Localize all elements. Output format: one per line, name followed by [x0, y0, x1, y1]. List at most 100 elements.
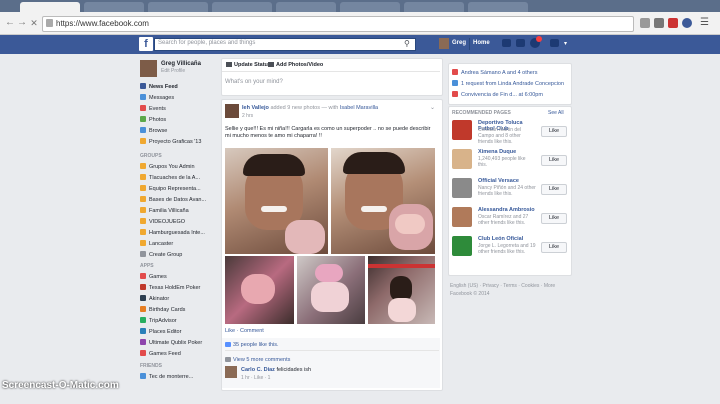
avatar[interactable] — [439, 38, 449, 49]
like-page-button[interactable]: Like — [541, 155, 567, 166]
tagged-person[interactable]: Isabel Maravilla — [340, 105, 378, 111]
sidebar-item-group[interactable]: Grupos You Admin — [140, 163, 195, 170]
commenter-avatar[interactable] — [225, 366, 237, 378]
sidebar-item-group[interactable]: Bases de Datos Avan... — [140, 196, 206, 203]
comment-link[interactable]: Comment — [240, 328, 264, 334]
friend-requests-icon[interactable] — [502, 39, 511, 47]
page-name[interactable]: Alessandra Ambrosio — [478, 207, 536, 213]
app-icon — [140, 317, 146, 323]
browser-tab[interactable] — [212, 2, 272, 12]
update-status-tab[interactable]: Update Status — [234, 62, 271, 68]
browser-tab[interactable] — [276, 2, 336, 12]
comment-author[interactable]: Carlo C. Diaz — [241, 367, 275, 373]
post-photo[interactable] — [368, 256, 435, 324]
profile-name[interactable]: Greg Villicaña — [161, 61, 201, 67]
comment-text: felicidades ish — [276, 367, 312, 373]
sidebar-item-friend-list[interactable]: Tec de monterre... — [140, 373, 193, 380]
sidebar-item-group[interactable]: Create Group — [140, 251, 182, 258]
chevron-down-icon[interactable]: ⌄ — [430, 104, 435, 111]
sidebar-item-nav[interactable]: News Feed — [140, 83, 178, 90]
sidebar-item-nav[interactable]: Photos — [140, 116, 166, 123]
page-avatar[interactable] — [452, 120, 472, 140]
profile-link[interactable]: Greg — [452, 40, 466, 46]
app-icon — [140, 295, 146, 301]
post-author[interactable]: Ieh Vallejo — [242, 105, 269, 111]
privacy-icon[interactable] — [550, 39, 559, 47]
sidebar-item-group[interactable]: Equipo Representa... — [140, 185, 201, 192]
sidebar-item-group[interactable]: Familia Villicaña — [140, 207, 189, 214]
sidebar-item-group[interactable]: Hamburguesada Inte... — [140, 229, 205, 236]
sidebar-item-app[interactable]: Games Feed — [140, 350, 181, 357]
browser-tab[interactable] — [468, 2, 528, 12]
page-name[interactable]: Official Versace — [478, 178, 536, 184]
browser-tab[interactable] — [340, 2, 400, 12]
like-page-button[interactable]: Like — [541, 184, 567, 195]
sidebar-item-app[interactable]: TripAdvisor — [140, 317, 177, 324]
nav-icon — [140, 127, 146, 133]
facebook-logo[interactable]: f — [139, 37, 153, 51]
post-timestamp[interactable]: 2 hrs — [242, 113, 253, 119]
sidebar-item-app[interactable]: Birthday Cards — [140, 306, 185, 313]
likes-count[interactable]: 35 people like this. — [233, 342, 279, 348]
forward-icon[interactable]: → — [16, 17, 28, 29]
post-photo[interactable] — [331, 148, 435, 254]
page-avatar[interactable] — [452, 149, 472, 169]
post-photo[interactable] — [225, 256, 294, 324]
sidebar-item-group[interactable]: Lancaster — [140, 240, 173, 247]
sidebar-item-group[interactable]: VIDEOJUEGO — [140, 218, 185, 225]
sidebar-item-app[interactable]: Ultimate Qublix Poker — [140, 339, 202, 346]
sidebar-item-app[interactable]: Games — [140, 273, 167, 280]
address-bar-url: https://www.facebook.com — [56, 19, 149, 28]
post-photo[interactable] — [225, 148, 328, 254]
group-icon — [140, 251, 146, 257]
post-author-avatar[interactable] — [225, 104, 239, 118]
menu-icon[interactable]: ☰ — [700, 17, 709, 28]
divider — [469, 38, 470, 50]
like-link[interactable]: Like — [225, 328, 235, 334]
sidebar-item-app[interactable]: Akinator — [140, 295, 169, 302]
extension-icon[interactable] — [640, 18, 650, 28]
edit-profile-link[interactable]: Edit Profile — [161, 68, 185, 74]
account-menu-icon[interactable]: ▾ — [564, 40, 567, 47]
notification-item[interactable]: 1 request from Linda Andrade Concepcion — [452, 80, 564, 87]
sidebar-item-app[interactable]: Places Editor — [140, 328, 181, 335]
extension-icon[interactable] — [668, 18, 678, 28]
sidebar-item-nav[interactable]: Browse — [140, 127, 167, 134]
notification-item[interactable]: Andrea Sámano A and 4 others — [452, 69, 537, 76]
like-page-button[interactable]: Like — [541, 242, 567, 253]
page-avatar[interactable] — [452, 178, 472, 198]
footer-links[interactable]: English (US) · Privacy · Terms · Cookies… — [450, 283, 555, 289]
footer-copyright: Facebook © 2014 — [450, 291, 490, 297]
sidebar-item-app[interactable]: Texas HoldEm Poker — [140, 284, 200, 291]
app-icon — [140, 328, 146, 334]
composer-input[interactable]: What's on your mind? — [225, 79, 283, 85]
see-all-link[interactable]: See All — [548, 110, 564, 116]
browser-tab[interactable] — [148, 2, 208, 12]
post-photo[interactable] — [297, 256, 365, 324]
sidebar-item-group[interactable]: Tlacuaches de la A... — [140, 174, 200, 181]
view-more-comments[interactable]: View 5 more comments — [233, 357, 290, 363]
like-page-button[interactable]: Like — [541, 213, 567, 224]
page-avatar[interactable] — [452, 236, 472, 256]
profile-picture[interactable] — [140, 60, 157, 77]
page-name[interactable]: Ximena Duque — [478, 149, 536, 155]
like-page-button[interactable]: Like — [541, 126, 567, 137]
sidebar-item-nav[interactable]: Proyecto Graficas '13 — [140, 138, 201, 145]
search-icon[interactable]: ⚲ — [404, 39, 410, 48]
page-icon — [46, 19, 53, 27]
sidebar-item-nav[interactable]: Events — [140, 105, 166, 112]
sidebar-item-nav[interactable]: Messages — [140, 94, 174, 101]
browser-tab[interactable] — [404, 2, 464, 12]
extension-icon[interactable] — [682, 18, 692, 28]
home-link[interactable]: Home — [473, 40, 490, 46]
extension-icon[interactable] — [654, 18, 664, 28]
stop-icon[interactable]: ✕ — [28, 17, 40, 29]
page-avatar[interactable] — [452, 207, 472, 227]
notification-item[interactable]: Convivencia de Fin d... at 6:00pm — [452, 91, 543, 98]
back-icon[interactable]: ← — [4, 17, 16, 29]
browser-tab[interactable] — [84, 2, 144, 12]
messages-icon[interactable] — [516, 39, 525, 47]
active-tab[interactable] — [20, 2, 80, 12]
add-photo-tab[interactable]: Add Photos/Video — [276, 62, 323, 68]
page-name[interactable]: Club León Oficial — [478, 236, 536, 242]
